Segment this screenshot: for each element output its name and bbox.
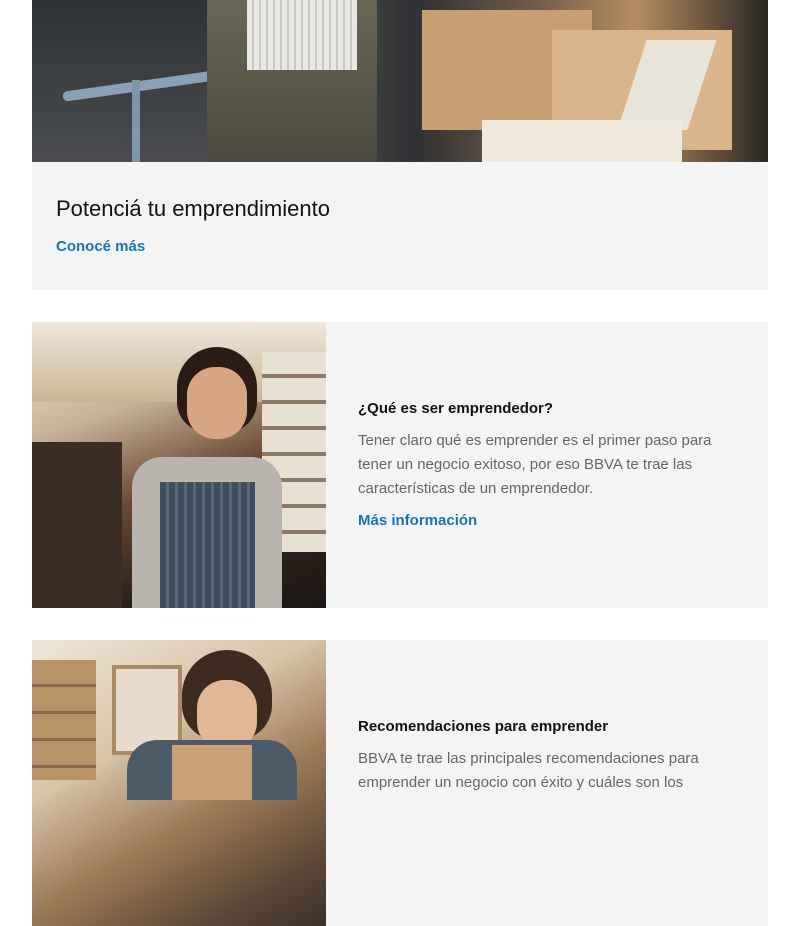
card-title: ¿Qué es ser emprendedor? [358, 400, 554, 417]
hero-banner: Potenciá tu emprendimiento Conocé más [32, 0, 768, 290]
card-description: Tener claro qué es emprender es el prime… [358, 432, 712, 497]
hero-content: Potenciá tu emprendimiento Conocé más [32, 162, 768, 290]
card-title: Recomendaciones para emprender [358, 718, 609, 735]
hero-conoce-mas-link[interactable]: Conocé más [56, 238, 145, 255]
card-image [32, 640, 326, 926]
card-image [32, 322, 326, 608]
card-que-es-emprendedor: ¿Qué es ser emprendedor? Tener claro qué… [32, 322, 768, 608]
hero-image [32, 0, 768, 162]
card-description: BBVA te trae las principales recomendaci… [358, 750, 699, 791]
mas-informacion-link[interactable]: Más información [358, 512, 477, 529]
hero-title: Potenciá tu emprendimiento [56, 196, 330, 221]
card-recomendaciones: Recomendaciones para emprender BBVA te t… [32, 640, 768, 926]
